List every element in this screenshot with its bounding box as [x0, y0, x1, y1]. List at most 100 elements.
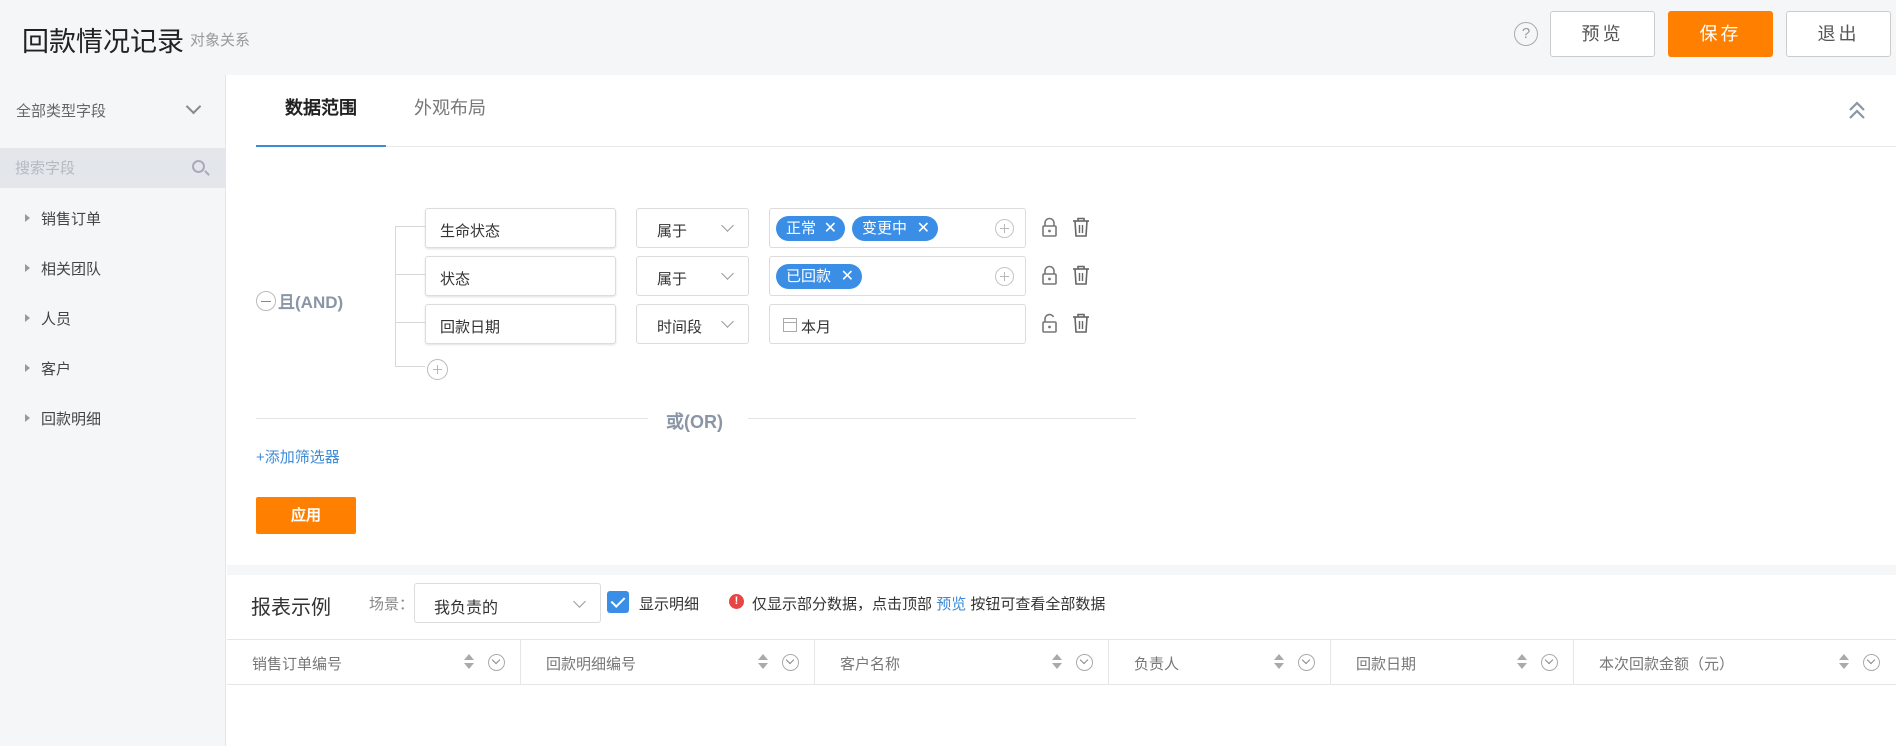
sidebar-item-customer[interactable]: 客户	[0, 350, 226, 386]
and-label: 且(AND)	[278, 293, 344, 312]
unlock-icon[interactable]	[1041, 313, 1058, 333]
column-label: 回款明细编号	[546, 656, 637, 673]
apply-button[interactable]: 应用	[256, 497, 356, 534]
sidebar-item-person[interactable]: 人员	[0, 300, 226, 336]
sort-icon[interactable]	[464, 654, 474, 670]
trash-icon[interactable]	[1072, 265, 1090, 285]
column-header[interactable]: 负责人	[1109, 640, 1331, 685]
sidebar-item-sales-order[interactable]: 销售订单	[0, 200, 226, 236]
notice-text: 仅显示部分数据，点击顶部 预览 按钮可查看全部数据	[752, 593, 1105, 614]
tab-bar: 数据范围 外观布局	[256, 75, 1896, 147]
date-range-field[interactable]: 本月	[769, 304, 1026, 344]
condition-operator[interactable]: 属于	[636, 256, 749, 296]
close-icon[interactable]: ✕	[841, 264, 854, 289]
sort-icon[interactable]	[1274, 654, 1284, 670]
caret-right-icon[interactable]	[25, 414, 30, 422]
scene-value: 我负责的	[434, 600, 499, 617]
or-label: 或(OR)	[666, 412, 723, 432]
caret-right-icon[interactable]	[25, 214, 30, 222]
trash-icon[interactable]	[1072, 217, 1090, 237]
section-divider	[227, 565, 1896, 575]
tag-label: 已回款	[786, 268, 832, 285]
condition-field[interactable]: 回款日期	[425, 304, 616, 344]
column-header[interactable]: 销售订单编号	[227, 640, 521, 685]
column-header[interactable]: 回款日期	[1331, 640, 1574, 685]
condition-field[interactable]: 生命状态	[425, 208, 616, 248]
lock-icon[interactable]	[1041, 217, 1058, 237]
condition-value[interactable]: 正常 ✕ 变更中 ✕	[769, 208, 1026, 248]
condition-field[interactable]: 状态	[425, 256, 616, 296]
column-menu-icon[interactable]	[1863, 654, 1880, 671]
column-menu-icon[interactable]	[1298, 654, 1315, 671]
column-menu-icon[interactable]	[782, 654, 799, 671]
column-header[interactable]: 本次回款金额（元）	[1574, 640, 1896, 685]
connector-line	[395, 322, 425, 323]
tab-data-scope[interactable]: 数据范围	[256, 75, 386, 147]
sidebar-item-label: 销售订单	[41, 211, 102, 228]
or-divider	[748, 418, 1136, 419]
column-header[interactable]: 客户名称	[815, 640, 1109, 685]
tab-appearance[interactable]: 外观布局	[414, 75, 514, 147]
column-menu-icon[interactable]	[1541, 654, 1558, 671]
chevron-down-icon	[721, 267, 734, 280]
chevron-down-icon	[721, 315, 734, 328]
close-icon[interactable]: ✕	[917, 216, 930, 241]
scene-label: 场景：	[369, 596, 415, 613]
notice-preview-link[interactable]: 预览	[936, 596, 966, 613]
column-label: 回款日期	[1356, 656, 1417, 673]
column-header[interactable]: 回款明细编号	[521, 640, 815, 685]
chevron-down-icon	[721, 219, 734, 232]
close-icon[interactable]: ✕	[824, 216, 837, 241]
search-input[interactable]	[15, 157, 185, 179]
field-sidebar: 全部类型字段 销售订单 相关团队 人员 客户 回款明细	[0, 75, 226, 746]
page-subtitle: 对象关系	[190, 32, 251, 49]
chevron-down-icon	[573, 595, 586, 608]
collapse-up-icon[interactable]	[1848, 100, 1866, 122]
caret-right-icon[interactable]	[25, 364, 30, 372]
exit-button[interactable]: 退出	[1786, 11, 1891, 57]
header-bar: 回款情况记录 对象关系 ? 预览 保存 退出	[0, 0, 1896, 75]
notice-suffix: 按钮可查看全部数据	[970, 596, 1106, 613]
lock-icon[interactable]	[1041, 265, 1058, 285]
add-value-icon[interactable]	[995, 219, 1014, 238]
value-tag: 变更中 ✕	[852, 216, 938, 241]
scene-select[interactable]: 我负责的	[414, 583, 601, 623]
chevron-down-icon[interactable]	[185, 98, 202, 115]
table-header: 销售订单编号 回款明细编号 客户名称 负责人 回款日期 本次回款金额（元）	[227, 639, 1896, 685]
notice-prefix: 仅显示部分数据，点击顶部	[752, 596, 933, 613]
collapse-group-icon[interactable]	[256, 291, 276, 311]
column-menu-icon[interactable]	[1076, 654, 1093, 671]
condition-value[interactable]: 已回款 ✕	[769, 256, 1026, 296]
add-value-icon[interactable]	[995, 267, 1014, 286]
trash-icon[interactable]	[1072, 313, 1090, 333]
search-box	[0, 148, 226, 188]
tag-label: 变更中	[862, 220, 908, 237]
condition-operator[interactable]: 时间段	[636, 304, 749, 344]
value-tag: 正常 ✕	[776, 216, 845, 241]
sidebar-item-label: 回款明细	[41, 411, 102, 428]
show-detail-label: 显示明细	[639, 596, 700, 613]
warning-icon: !	[729, 594, 744, 609]
add-filter-link[interactable]: +添加筛选器	[256, 446, 340, 467]
sort-icon[interactable]	[1839, 654, 1849, 670]
save-button[interactable]: 保存	[1668, 11, 1773, 57]
sidebar-item-payment-detail[interactable]: 回款明细	[0, 400, 226, 436]
condition-field-label: 生命状态	[440, 223, 501, 240]
add-condition-icon[interactable]	[427, 359, 448, 380]
column-menu-icon[interactable]	[488, 654, 505, 671]
sort-icon[interactable]	[1517, 654, 1527, 670]
preview-button[interactable]: 预览	[1550, 11, 1655, 57]
condition-operator[interactable]: 属于	[636, 208, 749, 248]
operator-label: 属于	[657, 271, 688, 288]
field-type-select[interactable]: 全部类型字段	[16, 100, 106, 121]
sort-icon[interactable]	[758, 654, 768, 670]
operator-label: 属于	[657, 223, 688, 240]
help-icon[interactable]: ?	[1514, 22, 1538, 46]
sidebar-item-related-team[interactable]: 相关团队	[0, 250, 226, 286]
show-detail-checkbox[interactable]	[607, 591, 629, 613]
date-range-value: 本月	[801, 319, 832, 336]
search-icon[interactable]	[192, 160, 205, 173]
sort-icon[interactable]	[1052, 654, 1062, 670]
caret-right-icon[interactable]	[25, 314, 30, 322]
caret-right-icon[interactable]	[25, 264, 30, 272]
